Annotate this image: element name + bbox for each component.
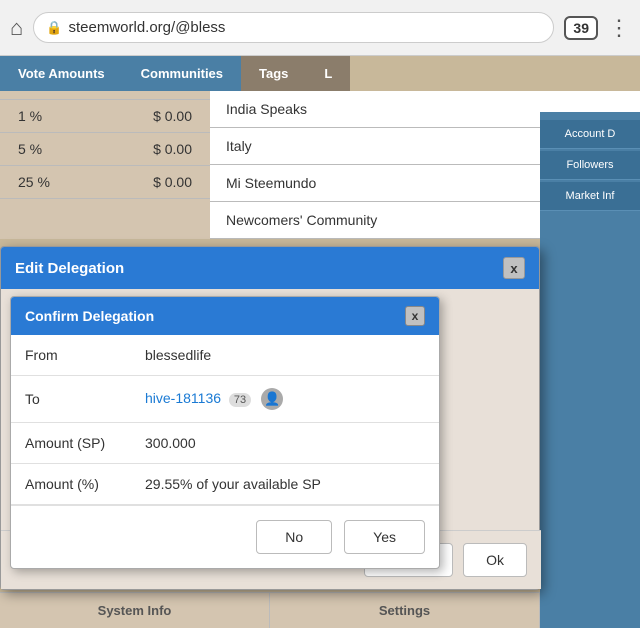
edit-delegation-title: Edit Delegation <box>15 260 124 277</box>
info-followers[interactable]: Followers <box>540 151 640 180</box>
user-avatar-icon: 👤 <box>261 388 283 410</box>
right-info-panel: Account D Followers Market Inf <box>540 112 640 628</box>
top-tabs: Vote Amounts Communities Tags L <box>0 56 640 91</box>
no-button[interactable]: No <box>256 520 332 554</box>
table-row-to: To hive-181136 73 👤 <box>11 376 439 423</box>
home-icon[interactable]: ⌂ <box>10 15 23 41</box>
settings-button[interactable]: Settings <box>270 593 540 628</box>
browser-bar: ⌂ 🔒 steemworld.org/@bless 39 ⋮ <box>0 0 640 56</box>
edit-delegation-close-button[interactable]: x <box>503 257 525 279</box>
vote-row-25pct: 25 % $ 0.00 <box>0 166 210 199</box>
value-from: blessedlife <box>131 335 439 376</box>
vote-amount-5: $ 0.00 <box>153 141 192 157</box>
label-to: To <box>11 376 131 423</box>
tab-vote-amounts[interactable]: Vote Amounts <box>0 56 123 91</box>
info-account-d[interactable]: Account D <box>540 120 640 149</box>
browser-menu-icon[interactable]: ⋮ <box>608 15 630 41</box>
label-amount-sp: Amount (SP) <box>11 423 131 464</box>
confirm-delegation-title: Confirm Delegation <box>25 308 154 324</box>
system-bar: System Info Settings <box>0 592 540 628</box>
value-to: hive-181136 73 👤 <box>131 376 439 423</box>
vote-amount-1: $ 0.00 <box>153 108 192 124</box>
vote-pct-5: 5 % <box>18 141 42 157</box>
tab-count-badge[interactable]: 39 <box>564 16 598 40</box>
page-background: Vote Amounts Communities Tags L 1 % $ 0.… <box>0 56 640 628</box>
table-row-from: From blessedlife <box>11 335 439 376</box>
tab-l[interactable]: L <box>306 56 350 91</box>
vote-amounts-panel: 1 % $ 0.00 5 % $ 0.00 25 % $ 0.00 <box>0 91 210 239</box>
table-row-amount-pct: Amount (%) 29.55% of your available SP <box>11 464 439 505</box>
vote-pct-1: 1 % <box>18 108 42 124</box>
confirm-delegation-table: From blessedlife To hive-181136 73 👤 Amo… <box>11 335 439 505</box>
vote-amount-25: $ 0.00 <box>153 174 192 190</box>
label-amount-pct: Amount (%) <box>11 464 131 505</box>
ok-button[interactable]: Ok <box>463 543 527 577</box>
edit-delegation-header: Edit Delegation x <box>1 247 539 289</box>
vote-pct-25: 25 % <box>18 174 50 190</box>
lock-icon: 🔒 <box>46 20 62 36</box>
system-info-button[interactable]: System Info <box>0 593 270 628</box>
label-from: From <box>11 335 131 376</box>
tab-tags[interactable]: Tags <box>241 56 306 91</box>
confirm-delegation-modal: Confirm Delegation x From blessedlife To… <box>10 296 440 569</box>
to-account-link[interactable]: hive-181136 <box>145 390 221 406</box>
url-text: steemworld.org/@bless <box>68 19 225 36</box>
confirm-dialog-buttons: No Yes <box>11 505 439 568</box>
tab-communities[interactable]: Communities <box>123 56 241 91</box>
value-amount-sp: 300.000 <box>131 423 439 464</box>
table-row-amount-sp: Amount (SP) 300.000 <box>11 423 439 464</box>
vote-row-5pct: 5 % $ 0.00 <box>0 133 210 166</box>
vote-row-1pct: 1 % $ 0.00 <box>0 99 210 133</box>
confirm-delegation-header: Confirm Delegation x <box>11 297 439 335</box>
url-bar[interactable]: 🔒 steemworld.org/@bless <box>33 12 554 43</box>
reputation-badge: 73 <box>229 393 251 407</box>
confirm-delegation-close-button[interactable]: x <box>405 306 425 326</box>
value-amount-pct: 29.55% of your available SP <box>131 464 439 505</box>
yes-button[interactable]: Yes <box>344 520 425 554</box>
info-market-inf[interactable]: Market Inf <box>540 182 640 211</box>
